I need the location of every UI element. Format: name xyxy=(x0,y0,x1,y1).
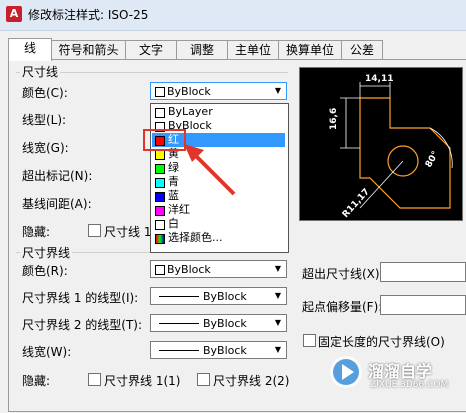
color-swatch xyxy=(155,108,165,118)
watermark-logo: 溜溜自学 ZIXUE.3D66.COM xyxy=(326,348,466,410)
tab-primary-units[interactable]: 主单位 xyxy=(227,40,279,59)
preview-dim-top-text: 14,11 xyxy=(365,74,393,84)
extend-ticks-label: 超出标记(N): xyxy=(22,169,93,183)
suppress-dim1-label: 尺寸线 1 xyxy=(104,225,152,239)
tab-bar: 线 符号和箭头 文字 调整 主单位 换算单位 公差 xyxy=(8,38,466,61)
tab-alternate-units[interactable]: 换算单位 xyxy=(278,40,342,59)
color-swatch xyxy=(155,150,165,160)
dropdown-item-white[interactable]: 白 xyxy=(152,217,285,231)
ext-lineweight-select[interactable]: ByBlock ▼ xyxy=(150,341,287,359)
suppress-ext1-label: 尺寸界线 1(1) xyxy=(104,374,181,388)
offset-input[interactable] xyxy=(380,295,466,315)
baseline-spacing-label: 基线间距(A): xyxy=(22,197,92,211)
bycolor-swatch xyxy=(155,87,165,97)
dropdown-item-label: ByLayer xyxy=(168,105,213,118)
dropdown-item-label: 绿 xyxy=(168,161,179,174)
dropdown-item-label: 洋红 xyxy=(168,203,190,216)
dimension-preview: 14,11 16,6 R11,17 80° xyxy=(299,67,463,221)
preview-drawing: 14,11 16,6 R11,17 80° xyxy=(329,74,453,220)
tab-tolerances[interactable]: 公差 xyxy=(341,40,383,59)
dropdown-item-bylayer[interactable]: ByLayer xyxy=(152,105,285,119)
tab-symbols-arrows[interactable]: 符号和箭头 xyxy=(51,40,126,59)
dim-color-select[interactable]: ByBlock ▼ xyxy=(150,82,287,100)
dim-lineweight-label: 线宽(G): xyxy=(22,141,69,155)
annotation-arrow-icon xyxy=(184,144,236,196)
extend-beyond-label: 超出尺寸线(X): xyxy=(302,267,384,281)
color-swatch xyxy=(155,178,165,188)
suppress-ext2-checkbox[interactable] xyxy=(197,373,210,386)
chevron-down-icon[interactable]: ▼ xyxy=(270,315,286,331)
dim-color-value: ByBlock xyxy=(167,85,211,98)
ext-lineweight-label: 线宽(W): xyxy=(22,345,72,359)
ext-color-select[interactable]: ByBlock ▼ xyxy=(150,260,287,278)
color-swatch xyxy=(155,220,165,230)
ext2-linetype-label: 尺寸界线 2 的线型(T): xyxy=(22,318,143,332)
tab-fit[interactable]: 调整 xyxy=(176,40,228,59)
ext-color-value: ByBlock xyxy=(167,263,211,276)
color-swatch xyxy=(155,164,165,174)
autocad-app-icon: A xyxy=(6,6,22,22)
dropdown-item-label: 青 xyxy=(168,175,179,188)
dim-color-label: 颜色(C): xyxy=(22,86,68,100)
dropdown-item-label: 白 xyxy=(168,217,179,230)
ext-color-label: 颜色(R): xyxy=(22,264,68,278)
linetype-sample xyxy=(159,323,199,324)
linetype-sample xyxy=(159,296,199,297)
tab-lines[interactable]: 线 xyxy=(8,38,52,61)
ext-suppress-label: 隐藏: xyxy=(22,374,51,388)
preview-dim-left-text: 16,6 xyxy=(329,108,339,130)
chevron-down-icon[interactable]: ▼ xyxy=(270,83,286,99)
window-titlebar: A 修改标注样式: ISO-25 xyxy=(0,0,466,31)
window-title: 修改标注样式: ISO-25 xyxy=(28,8,149,22)
ext1-linetype-label: 尺寸界线 1 的线型(I): xyxy=(22,291,139,305)
dim-suppress-label: 隐藏: xyxy=(22,225,51,239)
suppress-ext2-label: 尺寸界线 2(2) xyxy=(213,374,290,388)
suppress-ext1-checkbox[interactable] xyxy=(88,373,101,386)
offset-label: 起点偏移量(F): xyxy=(302,300,383,314)
chevron-down-icon[interactable]: ▼ xyxy=(270,342,286,358)
ext-lines-group-title: 尺寸界线 xyxy=(20,244,73,261)
preview-dim-angle-text: 80° xyxy=(424,150,441,170)
fixed-length-checkbox[interactable] xyxy=(303,334,316,347)
extend-beyond-input[interactable] xyxy=(380,262,466,282)
suppress-dim1-checkbox[interactable] xyxy=(88,224,101,237)
dim-lines-group-title: 尺寸线 xyxy=(20,63,61,80)
bycolor-swatch xyxy=(155,265,165,275)
dropdown-item-label: 选择颜色... xyxy=(168,231,223,244)
dropdown-item-select-color[interactable]: 选择颜色... xyxy=(152,231,285,245)
dropdown-item-magenta[interactable]: 洋红 xyxy=(152,203,285,217)
ext1-linetype-value: ByBlock xyxy=(203,290,247,303)
ext-lineweight-value: ByBlock xyxy=(203,344,247,357)
dim-linetype-label: 线型(L): xyxy=(22,113,67,127)
watermark-brand: 溜溜自学 xyxy=(368,362,433,381)
chevron-down-icon[interactable]: ▼ xyxy=(270,261,286,277)
ext2-linetype-select[interactable]: ByBlock ▼ xyxy=(150,314,287,332)
lineweight-sample xyxy=(159,350,199,351)
dropdown-item-label: 蓝 xyxy=(168,189,179,202)
ext2-linetype-value: ByBlock xyxy=(203,317,247,330)
color-wheel-icon xyxy=(155,234,165,244)
ext1-linetype-select[interactable]: ByBlock ▼ xyxy=(150,287,287,305)
watermark-url: ZIXUE.3D66.COM xyxy=(370,380,449,390)
preview-dim-radius-text: R11,17 xyxy=(341,187,372,220)
chevron-down-icon[interactable]: ▼ xyxy=(270,288,286,304)
tab-text[interactable]: 文字 xyxy=(125,40,177,59)
color-swatch xyxy=(155,192,165,202)
color-swatch xyxy=(155,206,165,216)
